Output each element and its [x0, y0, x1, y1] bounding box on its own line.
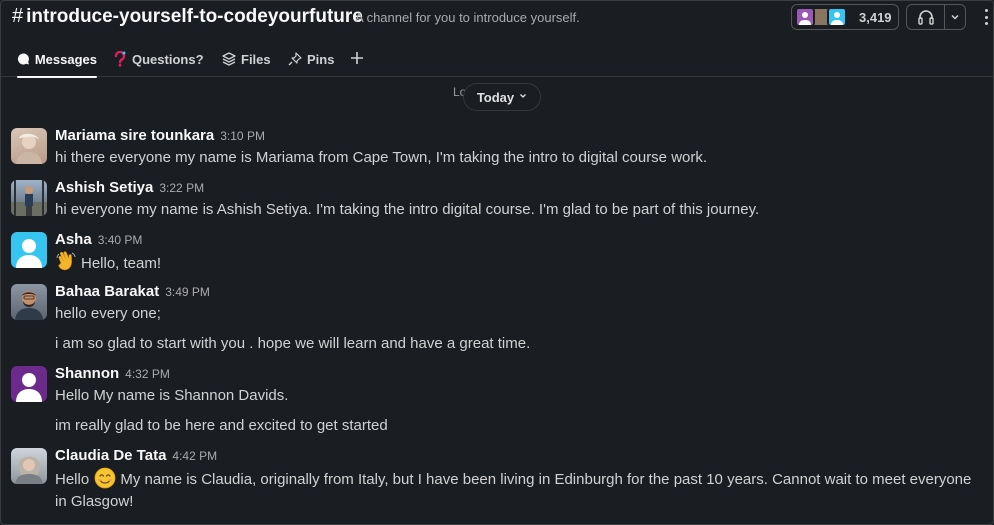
tab-label: Messages — [34, 51, 97, 67]
message-text: Hello, team! — [55, 251, 985, 275]
hash-icon: # — [12, 5, 24, 27]
message-text: hi there everyone my name is Mariama fro… — [55, 149, 708, 166]
message-text: hello every one; — [55, 305, 161, 322]
member-count: 3,419 — [859, 9, 892, 25]
plus-icon — [351, 52, 363, 64]
message: Bahaa Barakat 3:49 PM hello every one; i … — [1, 283, 993, 361]
timestamp[interactable]: 3:49 PM — [165, 285, 210, 299]
sender-label: Ashish Setiya — [55, 179, 154, 196]
tab-questions[interactable]: Questions? — [113, 41, 204, 77]
tab-messages[interactable]: Messages — [17, 41, 97, 78]
message-text-content: Hello — [55, 471, 90, 488]
message: Ashish Setiya 3:22 PM hi everyone my name… — [1, 179, 993, 225]
member-avatar-icon — [827, 7, 847, 27]
sender-name[interactable]: Ashish Setiya 3:22 PM — [55, 179, 204, 196]
waving-hand-icon — [56, 251, 76, 271]
message-text: Hello My name is Shannon Davids. — [55, 387, 289, 404]
avatar[interactable] — [11, 128, 47, 164]
day-divider-button[interactable]: Today — [463, 83, 541, 111]
message-text-content: My name is Claudia, originally from Ital… — [55, 471, 972, 510]
channel-window: # introduce-yourself-to-codeyourfuture A… — [0, 0, 994, 525]
message: Claudia De Tata 4:42 PM Hello My name is … — [1, 447, 993, 515]
smiling-face-icon — [94, 467, 116, 489]
sender-label: Asha — [55, 231, 92, 248]
day-divider-label: Today — [476, 89, 515, 105]
kebab-dot-icon — [984, 9, 988, 12]
huddle-options-button[interactable] — [945, 12, 965, 22]
message: Asha 3:40 PM Hello, team! — [1, 231, 993, 277]
channel-header: # introduce-yourself-to-codeyourfuture A… — [1, 1, 993, 35]
members-button[interactable]: 3,419 — [791, 4, 899, 30]
tab-pins[interactable]: Pins — [288, 41, 334, 77]
message-text: hi everyone my name is Ashish Setiya. I'… — [55, 201, 760, 218]
channel-title-button[interactable]: # introduce-yourself-to-codeyourfuture — [12, 5, 363, 28]
headphones-icon — [917, 10, 934, 25]
timestamp[interactable]: 4:42 PM — [172, 449, 217, 463]
message: Mariama sire tounkara 3:10 PM hi there ev… — [1, 127, 993, 173]
avatar[interactable] — [11, 284, 47, 320]
message: Shannon 4:32 PM Hello My name is Shannon … — [1, 365, 993, 443]
avatar[interactable] — [11, 232, 47, 268]
member-avatar-icon — [795, 7, 815, 27]
question-mark-icon — [114, 51, 126, 67]
timestamp[interactable]: 3:10 PM — [220, 129, 265, 143]
sender-name[interactable]: Bahaa Barakat 3:49 PM — [55, 283, 210, 300]
more-options-button[interactable] — [981, 7, 991, 27]
message-text: im really glad to be here and excited to… — [55, 417, 388, 434]
huddle-control — [906, 4, 966, 30]
channel-name: introduce-yourself-to-codeyourfuture — [26, 5, 363, 27]
sender-name[interactable]: Mariama sire tounkara 3:10 PM — [55, 127, 265, 144]
channel-tabs: Messages Questions? Files Pins — [1, 41, 993, 78]
sender-label: Bahaa Barakat — [55, 283, 160, 300]
sender-label: Shannon — [55, 365, 120, 382]
sender-name[interactable]: Claudia De Tata 4:42 PM — [55, 447, 217, 464]
sender-name[interactable]: Shannon 4:32 PM — [55, 365, 170, 382]
avatar[interactable] — [11, 180, 47, 216]
message-text-content: Hello, team! — [81, 255, 162, 272]
tab-label: Files — [241, 51, 271, 67]
avatar[interactable] — [11, 366, 47, 402]
avatar[interactable] — [11, 448, 47, 484]
sender-label: Claudia De Tata — [55, 447, 167, 464]
huddle-button[interactable] — [907, 5, 945, 29]
kebab-dot-icon — [984, 22, 988, 25]
sender-label: Mariama sire tounkara — [55, 127, 215, 144]
layers-icon — [222, 52, 236, 66]
kebab-dot-icon — [984, 15, 988, 19]
chevron-down-icon — [519, 92, 527, 102]
timestamp[interactable]: 3:22 PM — [159, 181, 204, 195]
tab-label: Questions? — [132, 51, 204, 67]
message-text: Hello My name is Claudia, originally fro… — [55, 467, 985, 513]
tab-files[interactable]: Files — [222, 41, 271, 77]
tab-label: Pins — [307, 51, 335, 67]
chat-bubble-icon — [17, 53, 29, 65]
chevron-down-icon — [951, 14, 959, 20]
message-text: i am so glad to start with you . hope we… — [55, 335, 531, 352]
pin-icon — [288, 52, 302, 66]
sender-name[interactable]: Asha 3:40 PM — [55, 231, 142, 248]
channel-description: A channel for you to introduce yourself. — [355, 10, 580, 25]
add-tab-button[interactable] — [350, 48, 364, 71]
timestamp[interactable]: 4:32 PM — [125, 367, 170, 381]
timestamp[interactable]: 3:40 PM — [98, 233, 143, 247]
